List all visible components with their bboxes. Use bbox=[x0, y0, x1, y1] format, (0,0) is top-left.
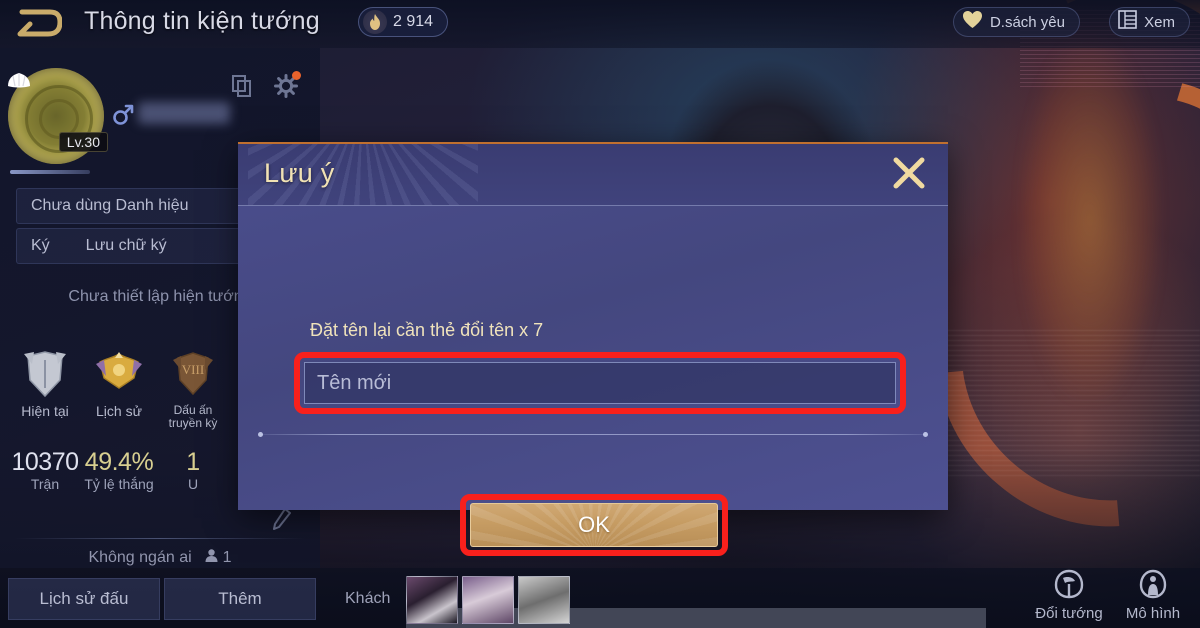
rank-legend-bronze-icon: VIII bbox=[156, 348, 230, 400]
swap-hero-label: Đổi tướng bbox=[1035, 605, 1103, 622]
guest-thumbnails bbox=[406, 576, 570, 624]
person-icon bbox=[204, 548, 219, 568]
popularity-value: 2 914 bbox=[393, 13, 434, 30]
game-profile-screen: Thông tin kiện tướng 2 914 D.sách yêu Xe… bbox=[0, 0, 1200, 628]
guest-avatar-1[interactable] bbox=[406, 576, 458, 624]
rank-current[interactable]: Hiện tại bbox=[8, 348, 82, 429]
view-button-label: Xem bbox=[1144, 13, 1175, 31]
swap-hero-button[interactable]: Đổi tướng bbox=[1028, 569, 1110, 622]
title-row-label: Chưa dùng Danh hiệu bbox=[31, 197, 189, 214]
list-icon bbox=[1118, 10, 1137, 34]
pencil-icon[interactable] bbox=[272, 508, 292, 535]
profile-action-icons bbox=[232, 71, 301, 103]
new-name-input[interactable] bbox=[304, 362, 896, 404]
rank-current-label: Hiện tại bbox=[21, 403, 69, 419]
player-name-censored bbox=[138, 102, 230, 124]
helmet-icon bbox=[1053, 569, 1085, 603]
level-badge: Lv.30 bbox=[58, 132, 108, 152]
ok-button[interactable]: OK bbox=[470, 503, 718, 547]
fan-count-value: 1 bbox=[222, 549, 232, 566]
male-icon bbox=[112, 104, 134, 131]
more-button[interactable]: Thêm bbox=[164, 578, 316, 620]
gear-icon[interactable] bbox=[274, 71, 301, 103]
stat-winrate-label: Tỷ lệ thắng bbox=[84, 476, 154, 492]
dialog-body: Đặt tên lại cần thẻ đổi tên x 7 OK bbox=[238, 206, 948, 556]
back-arrow-icon[interactable] bbox=[16, 8, 62, 40]
stat-third: 1 U bbox=[156, 448, 230, 492]
flame-icon bbox=[363, 10, 387, 34]
rank-history-label: Lịch sử bbox=[96, 403, 142, 419]
signature-key: Ký bbox=[31, 237, 50, 254]
match-history-button[interactable]: Lịch sử đấu bbox=[8, 578, 160, 620]
cards-icon[interactable] bbox=[232, 75, 252, 102]
rank-crown-gold-icon bbox=[82, 348, 156, 400]
rename-cost-message: Đặt tên lại cần thẻ đổi tên x 7 bbox=[310, 320, 544, 340]
fan-label: Không ngán ai bbox=[88, 549, 192, 566]
ok-button-label: OK bbox=[578, 512, 610, 537]
signature-value: Lưu chữ ký bbox=[85, 237, 167, 254]
stat-winrate: 49.4% Tỷ lệ thắng bbox=[82, 448, 156, 492]
fan-row: Không ngán ai 1 bbox=[0, 548, 320, 568]
favorites-button-label: D.sách yêu bbox=[989, 13, 1065, 31]
model-label: Mô hình bbox=[1125, 605, 1181, 622]
stat-matches-value: 10370 bbox=[11, 448, 79, 476]
stat-third-value: 1 bbox=[186, 448, 200, 476]
close-icon[interactable] bbox=[892, 156, 926, 195]
favorites-button[interactable]: D.sách yêu bbox=[952, 7, 1080, 37]
fan-count: 1 bbox=[204, 548, 232, 568]
model-button[interactable]: Mô hình bbox=[1112, 569, 1194, 622]
panel-divider bbox=[14, 538, 306, 539]
dialog-header: Lưu ý bbox=[238, 144, 948, 206]
dialog-divider bbox=[258, 432, 928, 437]
rank-legend[interactable]: VIII Dấu ấn truyền kỳ bbox=[156, 348, 230, 429]
rank-history[interactable]: Lịch sử bbox=[82, 348, 156, 429]
stat-winrate-value: 49.4% bbox=[84, 448, 154, 476]
dialog-title: Lưu ý bbox=[264, 158, 335, 188]
view-button[interactable]: Xem bbox=[1109, 7, 1190, 37]
stat-matches: 10370 Trận bbox=[8, 448, 82, 492]
top-bar: Thông tin kiện tướng 2 914 D.sách yêu Xe… bbox=[0, 0, 1200, 48]
svg-text:VIII: VIII bbox=[182, 362, 204, 377]
guest-label: Khách bbox=[345, 590, 391, 607]
page-title: Thông tin kiện tướng bbox=[84, 7, 320, 35]
crown-icon bbox=[6, 70, 32, 90]
popularity-chip[interactable]: 2 914 bbox=[358, 7, 449, 37]
notification-dot bbox=[292, 71, 301, 80]
rename-dialog: Lưu ý Đặt tên lại cần thẻ đổi tên x 7 OK bbox=[238, 142, 948, 556]
model-icon bbox=[1138, 569, 1168, 603]
avatar[interactable]: Lv.30 bbox=[6, 68, 108, 164]
stat-matches-label: Trận bbox=[30, 476, 60, 492]
rank-shield-silver-icon bbox=[8, 348, 82, 400]
avatar-progress-bar bbox=[10, 170, 90, 174]
heart-icon bbox=[962, 10, 983, 34]
rank-legend-label: Dấu ấn truyền kỳ bbox=[168, 403, 218, 430]
stat-third-label: U bbox=[187, 476, 199, 492]
guest-avatar-2[interactable] bbox=[462, 576, 514, 624]
guest-avatar-3[interactable] bbox=[518, 576, 570, 624]
